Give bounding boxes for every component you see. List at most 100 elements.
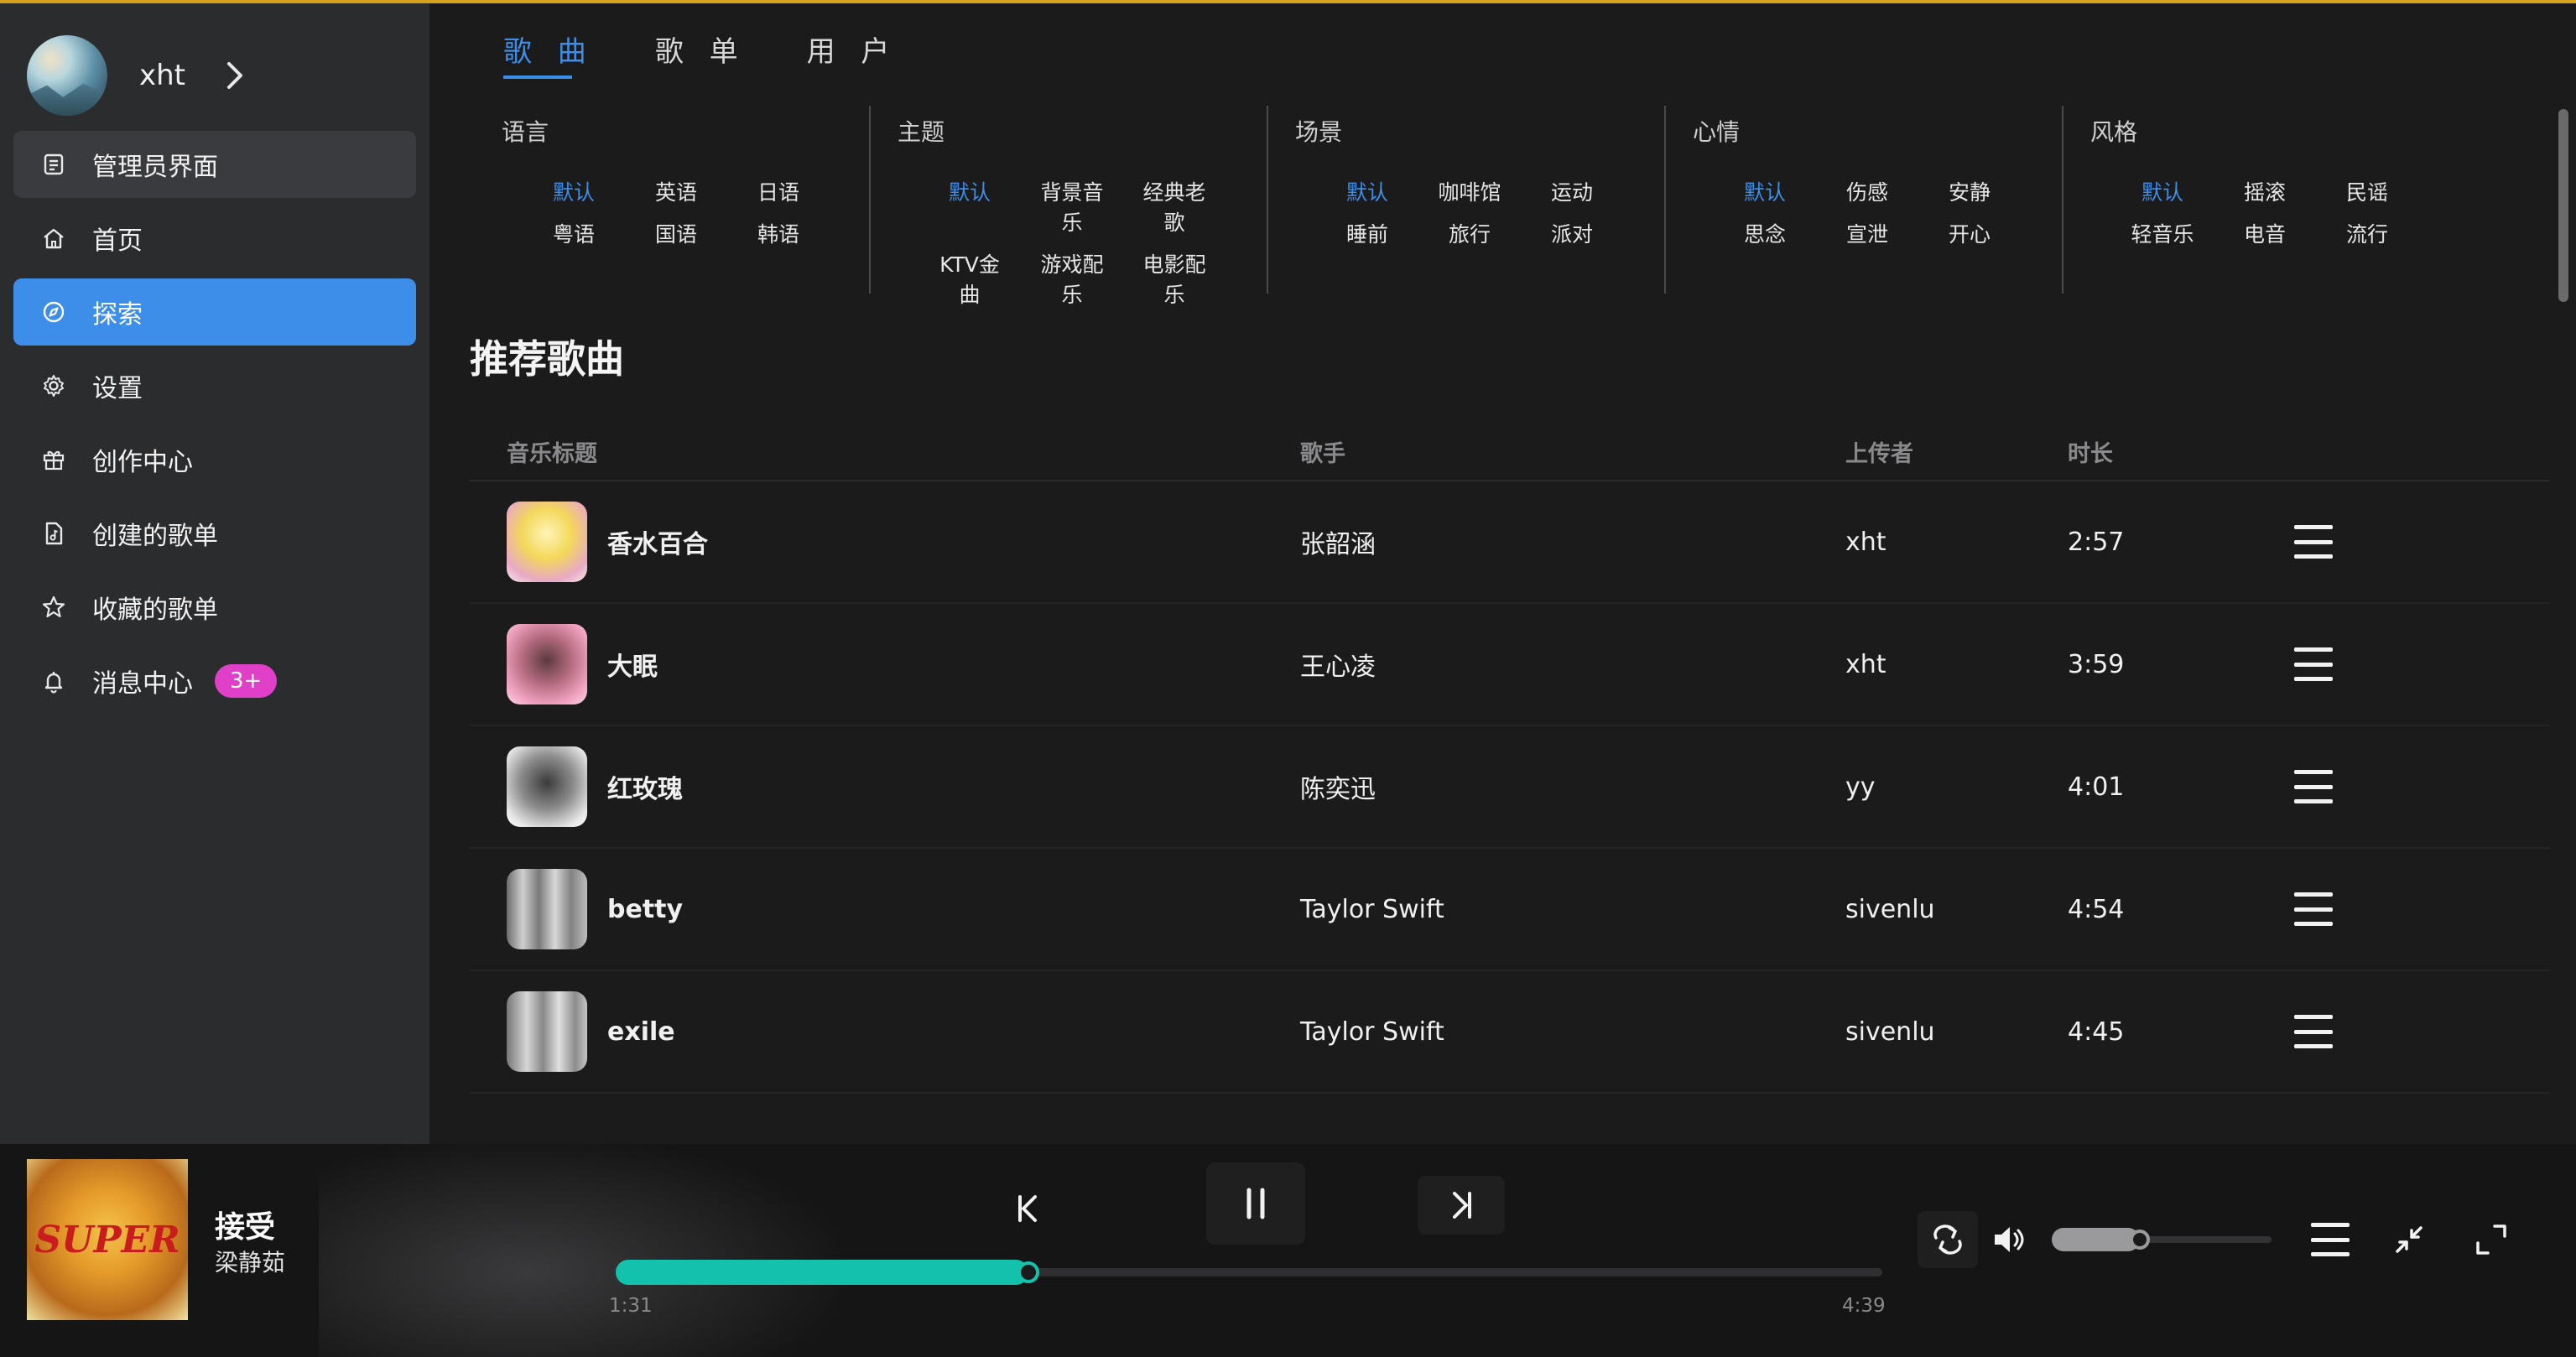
song-title[interactable]: 香水百合 [607,523,708,560]
pause-button[interactable] [1206,1162,1305,1245]
filter-panel: 语言 默认 英语 日语 粤语 国语 韩语 主题 默认 背景音乐 经典老歌 KTV金曲 游戏配乐 电影配乐场… [471,106,2459,307]
filter-option[interactable]: 思念 [1731,218,1798,248]
sidebar-item-5[interactable]: 创建的歌单 [13,500,416,567]
filter-option[interactable]: 安静 [1936,176,2003,206]
filter-option[interactable]: 旅行 [1436,218,1503,248]
sidebar-item-label: 创作中心 [92,448,193,477]
filter-option[interactable]: 咖啡馆 [1436,176,1503,206]
header-duration[interactable]: 时长 [2068,435,2294,468]
filter-option[interactable]: 韩语 [745,218,812,248]
playlist-icon [2311,1223,2350,1256]
filter-option[interactable]: 电音 [2231,218,2298,248]
filter-option[interactable]: 默认 [1731,176,1798,206]
header-title[interactable]: 音乐标题 [470,435,1300,468]
filter-option[interactable]: 流行 [2334,218,2401,248]
song-artist[interactable]: 张韶涵 [1300,523,1845,560]
filter-option[interactable]: 民谣 [2334,176,2401,206]
song-title[interactable]: 大眠 [607,646,658,683]
song-artist[interactable]: 王心凌 [1300,646,1845,683]
song-cover[interactable] [507,869,587,949]
sidebar-item-3[interactable]: 设置 [13,352,416,419]
filter-group-title: 场景 [1295,118,1343,146]
song-cover[interactable] [507,624,587,704]
filter-option[interactable]: 睡前 [1334,218,1401,248]
row-menu-icon[interactable] [2294,647,2333,681]
filter-option[interactable]: 伤感 [1834,176,1901,206]
row-menu-icon[interactable] [2294,525,2333,559]
tab-2[interactable]: 用 户 [807,29,898,79]
sidebar-item-2[interactable]: 探索 [13,278,416,346]
filter-option[interactable]: 默认 [936,176,1003,237]
song-uploader[interactable]: xht [1845,528,2068,557]
scrollbar-thumb[interactable] [2558,109,2568,302]
song-title[interactable]: betty [607,895,683,924]
minimize-player-button[interactable] [2379,1211,2439,1268]
table-row[interactable]: 大眠 王心凌 xht 3:59 [470,604,2550,726]
filter-option[interactable]: 游戏配乐 [1038,248,1106,309]
user-profile[interactable]: xht [27,34,247,117]
row-menu-icon[interactable] [2294,770,2333,803]
previous-button[interactable] [1003,1179,1054,1238]
now-playing-artist[interactable]: 梁静茹 [215,1245,285,1278]
sidebar-item-label: 消息中心 [92,669,193,699]
filter-option[interactable]: 电影配乐 [1141,248,1208,309]
filter-option[interactable]: 粤语 [540,218,607,248]
filter-option[interactable]: 运动 [1538,176,1605,206]
song-artist[interactable]: Taylor Swift [1300,1017,1845,1047]
filter-option[interactable]: 背景音乐 [1038,176,1106,237]
table-row[interactable]: betty Taylor Swift sivenlu 4:54 [470,849,2550,971]
fullscreen-button[interactable] [2461,1211,2521,1268]
tab-0[interactable]: 歌 曲 [503,29,595,79]
filter-option[interactable]: 派对 [1538,218,1605,248]
tab-1[interactable]: 歌 单 [655,29,747,79]
now-playing-cover[interactable]: SUPER [27,1159,188,1320]
table-row[interactable]: 香水百合 张韶涵 xht 2:57 [470,481,2550,604]
song-cover[interactable] [507,502,587,582]
header-uploader[interactable]: 上传者 [1845,435,2068,468]
volume-slider[interactable] [2052,1211,2278,1268]
playlist-button[interactable] [2300,1211,2360,1268]
sidebar-item-7[interactable]: 消息中心 3+ [13,647,416,715]
filter-option[interactable]: 摇滚 [2231,176,2298,206]
chevron-right-icon[interactable] [222,59,247,92]
row-menu-icon[interactable] [2294,1015,2333,1048]
filter-option[interactable]: 开心 [1936,218,2003,248]
filter-option[interactable]: 国语 [643,218,710,248]
sidebar-item-1[interactable]: 首页 [13,205,416,272]
song-cover[interactable] [507,991,587,1072]
sidebar-item-4[interactable]: 创作中心 [13,426,416,493]
song-uploader[interactable]: yy [1845,772,2068,802]
song-uploader[interactable]: xht [1845,650,2068,679]
song-cover[interactable] [507,746,587,827]
table-row[interactable]: exile Taylor Swift sivenlu 4:45 [470,971,2550,1094]
song-uploader[interactable]: sivenlu [1845,1017,2068,1047]
progress-handle[interactable] [1017,1261,1039,1283]
filter-option[interactable]: 宣泄 [1834,218,1901,248]
table-row[interactable]: 红玫瑰 陈奕迅 yy 4:01 [470,726,2550,849]
sidebar-item-6[interactable]: 收藏的歌单 [13,574,416,641]
song-artist[interactable]: Taylor Swift [1300,895,1845,924]
song-uploader[interactable]: sivenlu [1845,895,2068,924]
song-title-cell: betty [470,869,1300,949]
filter-option[interactable]: 默认 [1334,176,1401,206]
sidebar-item-label: 收藏的歌单 [92,595,218,625]
next-button[interactable] [1418,1176,1505,1235]
song-title[interactable]: 红玫瑰 [607,768,683,805]
filter-option[interactable]: 经典老歌 [1141,176,1208,237]
now-playing-title[interactable]: 接受 [215,1203,275,1246]
header-artist[interactable]: 歌手 [1300,435,1845,468]
filter-option[interactable]: 日语 [745,176,812,206]
volume-handle[interactable] [2130,1230,2150,1250]
sidebar-item-0[interactable]: 管理员界面 [13,131,416,198]
filter-option[interactable]: 默认 [540,176,607,206]
row-menu-icon[interactable] [2294,892,2333,926]
avatar[interactable] [27,35,107,116]
filter-option[interactable]: 默认 [2129,176,2196,206]
repeat-button[interactable] [1918,1211,1978,1268]
filter-option[interactable]: 英语 [643,176,710,206]
filter-option[interactable]: KTV金曲 [936,248,1003,309]
filter-option[interactable]: 轻音乐 [2129,218,2196,248]
volume-button[interactable] [1978,1211,2038,1268]
song-title[interactable]: exile [607,1017,675,1047]
song-artist[interactable]: 陈奕迅 [1300,768,1845,805]
